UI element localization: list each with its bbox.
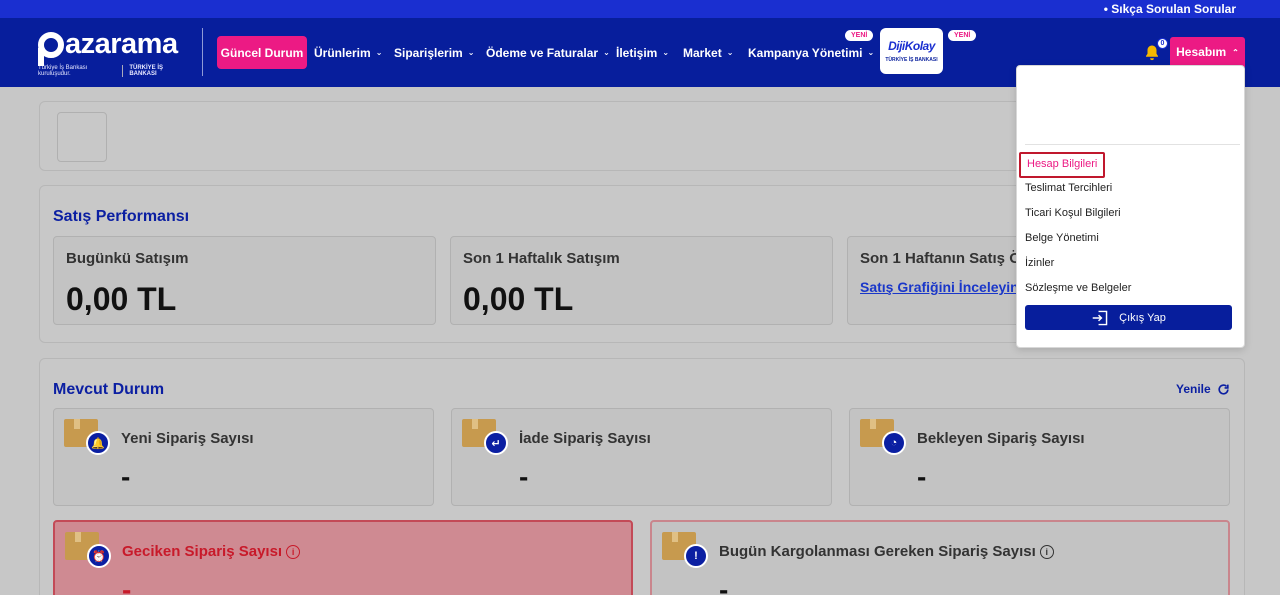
logo-tagline: Türkiye İş Bankası kuruluşudur. — [38, 65, 88, 77]
chevron-down-icon: ⌄ — [726, 47, 734, 57]
logout-icon — [1092, 310, 1108, 325]
chevron-up-icon: ⌃ — [1232, 47, 1239, 57]
late-orders-value: - — [122, 574, 132, 595]
ship-today-box[interactable]: ! Bugün Kargolanması Gereken Sipariş Say… — [650, 520, 1230, 595]
return-orders-value: - — [519, 461, 529, 492]
return-orders-label: İade Sipariş Sayısı — [519, 430, 651, 447]
late-orders-label: Geciken Sipariş Sayısı i — [122, 543, 301, 560]
nav-guncel-durum[interactable]: Güncel Durum — [217, 36, 307, 69]
menu-belge-yonetimi[interactable]: Belge Yönetimi — [1025, 232, 1099, 244]
refresh-button[interactable]: Yenile — [1176, 382, 1230, 396]
week-sales-value: 0,00 TL — [463, 281, 574, 317]
today-sales-value: 0,00 TL — [66, 281, 177, 317]
nav-odeme-faturalar[interactable]: Ödeme ve Faturalar ⌄ — [486, 46, 610, 60]
today-sales-label: Bugünkü Satışım — [66, 250, 189, 267]
sales-chart-link[interactable]: Satış Grafiğini İnceleyin — [860, 279, 1019, 295]
notification-count: 0 — [1157, 38, 1168, 49]
box-alarm-icon: ⏰ — [65, 532, 111, 568]
logo-brand: azarama — [65, 28, 178, 60]
logo-p-mark — [38, 31, 64, 66]
faq-link[interactable]: • Sıkça Sorulan Sorular — [1104, 2, 1236, 16]
info-icon[interactable]: i — [1039, 544, 1054, 559]
new-orders-box[interactable]: 🔔 Yeni Sipariş Sayısı - — [53, 408, 434, 506]
new-badge: YENİ — [845, 30, 874, 41]
dropdown-divider — [1025, 144, 1240, 145]
box-return-icon: ↵ — [462, 419, 508, 455]
week-sales-box: Son 1 Haftalık Satışım 0,00 TL — [450, 236, 833, 325]
pending-orders-label: Bekleyen Sipariş Sayısı — [917, 430, 1085, 447]
chevron-down-icon: ⌄ — [662, 47, 670, 57]
week-sales-label: Son 1 Haftalık Satışım — [463, 250, 620, 267]
status-title: Mevcut Durum — [53, 381, 165, 398]
new-orders-value: - — [121, 461, 131, 492]
nav-market[interactable]: Market ⌄ — [683, 46, 733, 60]
chevron-down-icon: ⌄ — [603, 47, 610, 57]
sales-title: Satış Performansı — [53, 208, 190, 225]
nav-siparislerim[interactable]: Siparişlerim ⌄ — [394, 46, 474, 60]
top-strip: • Sıkça Sorulan Sorular — [0, 0, 1280, 18]
return-orders-box[interactable]: ↵ İade Sipariş Sayısı - — [451, 408, 832, 506]
chevron-down-icon: ⌄ — [375, 47, 383, 57]
chevron-down-icon: ⌄ — [867, 47, 875, 57]
week-summary-label: Son 1 Haftanın Satış Öz — [860, 250, 1029, 267]
late-orders-box[interactable]: ⏰ Geciken Sipariş Sayısı i - — [53, 520, 633, 595]
menu-ticari-kosul[interactable]: Ticari Koşul Bilgileri — [1025, 207, 1121, 219]
logo-bank: TÜRKİYE İŞ BANKASI — [122, 65, 188, 77]
menu-hesap-bilgileri[interactable]: Hesap Bilgileri — [1019, 152, 1105, 178]
info-icon[interactable]: i — [286, 544, 301, 559]
seller-logo-placeholder — [57, 112, 107, 162]
ship-today-label: Bugün Kargolanması Gereken Sipariş Sayıs… — [719, 543, 1054, 560]
nav-urunlerim[interactable]: Ürünlerim ⌄ — [314, 46, 382, 60]
pending-orders-value: - — [917, 461, 927, 492]
menu-teslimat-tercihleri[interactable]: Teslimat Tercihleri — [1025, 182, 1112, 194]
dijikolay-logo[interactable]: DijiKolay TÜRKİYE İŞ BANKASI — [880, 28, 943, 74]
new-orders-label: Yeni Sipariş Sayısı — [121, 430, 254, 447]
pazarama-logo[interactable]: azarama Türkiye İş Bankası kuruluşudur. T… — [38, 28, 188, 78]
box-bell-icon: 🔔 — [64, 419, 110, 455]
box-exclamation-icon: ! — [662, 532, 708, 568]
today-sales-box: Bugünkü Satışım 0,00 TL — [53, 236, 436, 325]
menu-izinler[interactable]: İzinler — [1025, 257, 1054, 269]
menu-sozlesme-belgeler[interactable]: Sözleşme ve Belgeler — [1025, 282, 1131, 294]
chevron-down-icon: ⌄ — [467, 47, 475, 57]
account-button[interactable]: Hesabım ⌃ — [1170, 37, 1245, 67]
nav-kampanya-yonetimi[interactable]: Kampanya Yönetimi ⌄ — [748, 46, 874, 60]
logout-button[interactable]: Çıkış Yap — [1025, 305, 1232, 330]
ship-today-value: - — [719, 574, 729, 595]
nav-divider — [202, 28, 203, 76]
account-dropdown: Hesap Bilgileri Teslimat Tercihleri Tica… — [1016, 65, 1245, 348]
dijikolay-title: DijiKolay — [888, 39, 935, 53]
nav-iletisim[interactable]: İletişim ⌄ — [616, 46, 669, 60]
dijikolay-new-badge: YENİ — [948, 30, 977, 41]
dijikolay-bank: TÜRKİYE İŞ BANKASI — [885, 57, 938, 63]
box-clock-icon: ◔ — [860, 419, 906, 455]
pending-orders-box[interactable]: ◔ Bekleyen Sipariş Sayısı - — [849, 408, 1230, 506]
refresh-icon — [1218, 383, 1229, 395]
